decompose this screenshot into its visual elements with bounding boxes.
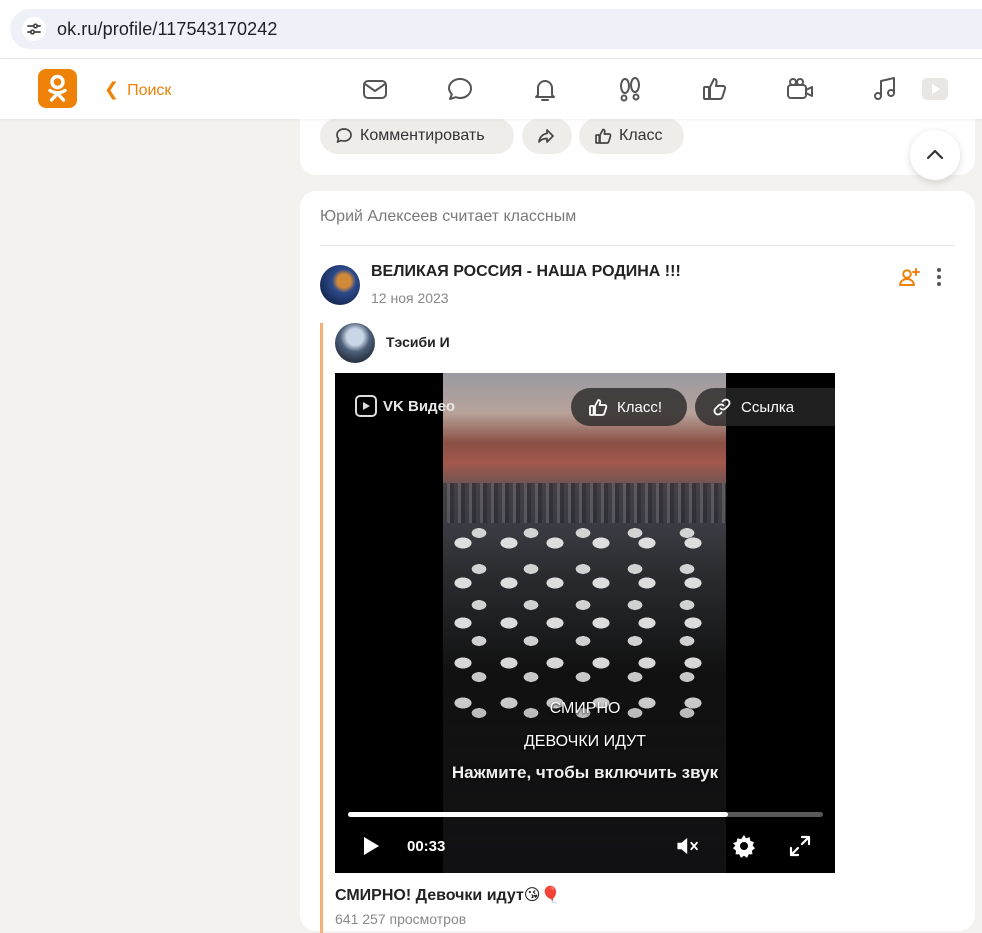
class-label: Класс xyxy=(619,127,663,144)
video-class-button[interactable]: Класс! xyxy=(571,388,687,426)
vk-video-icon xyxy=(355,395,377,417)
copy-link-label: Ссылка xyxy=(741,398,795,416)
more-options-icon[interactable] xyxy=(932,266,946,288)
thumb-up-icon xyxy=(595,128,612,144)
ok-logo-icon[interactable] xyxy=(38,69,77,108)
video-player[interactable]: VK Видео Класс! Ссылка СМИРНО ДЕВОЧКИ ИД… xyxy=(335,373,835,873)
liked-by-text[interactable]: Юрий Алексеев считает классным xyxy=(320,208,576,226)
site-settings-icon[interactable] xyxy=(22,17,46,41)
video-class-label: Класс! xyxy=(617,398,662,416)
video-progress-bar[interactable] xyxy=(348,812,823,817)
muted-icon[interactable] xyxy=(675,833,707,859)
group-avatar[interactable] xyxy=(320,265,360,305)
thumb-up-icon xyxy=(589,399,608,416)
video-play-icon[interactable] xyxy=(920,74,952,104)
video-subtitle-line1: СМИРНО xyxy=(549,700,621,717)
feed-post-card: Юрий Алексеев считает классным ВЕЛИКАЯ Р… xyxy=(300,191,975,933)
class-like-button[interactable]: Класс xyxy=(579,118,684,154)
vk-video-logo: VK Видео xyxy=(355,395,455,417)
view-count: 641 257 просмотров xyxy=(335,911,467,927)
divider xyxy=(320,245,955,246)
url-text[interactable]: ok.ru/profile/117543170242 xyxy=(57,19,277,40)
back-to-search-button[interactable]: ❮ Поиск xyxy=(104,79,171,100)
video-progress-fill xyxy=(348,812,728,817)
video-time: 00:33 xyxy=(407,838,446,855)
guests-icon[interactable] xyxy=(615,74,645,104)
top-navigation: ❮ Поиск xyxy=(0,59,982,119)
address-bar[interactable]: ok.ru/profile/117543170242 xyxy=(10,9,982,49)
music-icon[interactable] xyxy=(870,74,900,104)
video-subtitle-line2: ДЕВОЧКИ ИДУТ xyxy=(523,733,647,750)
link-icon xyxy=(713,398,731,416)
discussions-icon[interactable] xyxy=(445,74,475,104)
post-date: 12 ноя 2023 xyxy=(371,290,449,306)
vk-video-label: VK Видео xyxy=(383,397,456,415)
video-title[interactable]: СМИРНО! Девочки идут😘🎈 xyxy=(335,885,560,905)
author-name-link[interactable]: Тэсиби И xyxy=(386,334,450,350)
enable-sound-hint[interactable]: Нажмите, чтобы включить звук xyxy=(335,763,835,783)
chevron-up-icon xyxy=(926,149,944,160)
video-frame xyxy=(443,373,726,873)
scroll-to-top-button[interactable] xyxy=(910,130,960,180)
comment-icon xyxy=(336,128,352,143)
join-group-icon[interactable] xyxy=(898,266,920,288)
likes-icon[interactable] xyxy=(700,74,730,104)
mail-icon[interactable] xyxy=(360,74,390,104)
comment-button[interactable]: Комментировать xyxy=(320,118,514,154)
settings-gear-icon[interactable] xyxy=(731,833,757,859)
browser-bar: ok.ru/profile/117543170242 xyxy=(0,0,982,59)
video-frame-crowd xyxy=(443,483,726,523)
chevron-left-icon: ❮ xyxy=(104,79,120,99)
share-button[interactable] xyxy=(522,118,572,154)
notifications-icon[interactable] xyxy=(530,74,560,104)
fullscreen-icon[interactable] xyxy=(787,833,813,859)
author-avatar[interactable] xyxy=(335,323,375,363)
repost-indicator-bar xyxy=(320,323,323,933)
share-icon xyxy=(538,129,554,143)
group-name-link[interactable]: ВЕЛИКАЯ РОССИЯ - НАША РОДИНА !!! xyxy=(371,263,681,281)
video-camera-icon[interactable] xyxy=(785,74,815,104)
back-label: Поиск xyxy=(127,82,172,99)
comment-label: Комментировать xyxy=(360,127,485,144)
copy-link-button[interactable]: Ссылка xyxy=(695,388,835,426)
play-icon[interactable] xyxy=(357,833,383,859)
